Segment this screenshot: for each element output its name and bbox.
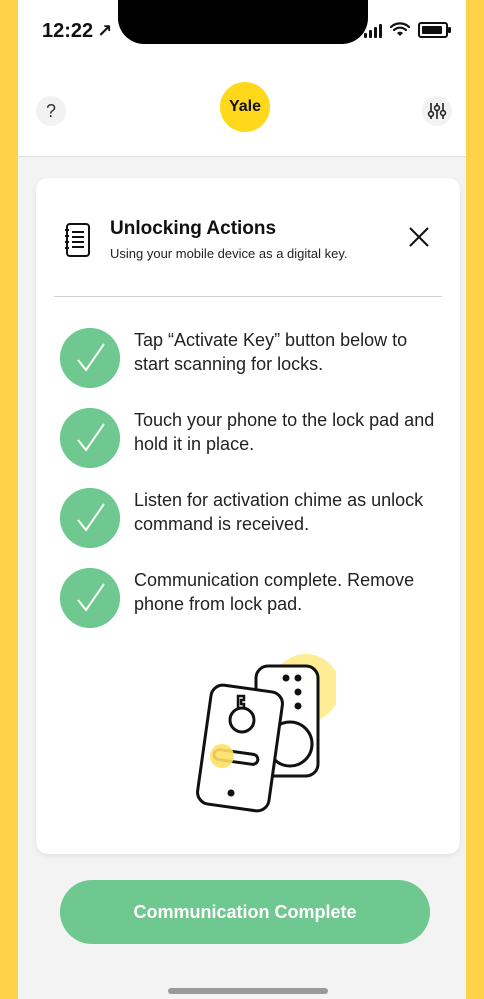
unlocking-actions-card: Unlocking Actions Using your mobile devi… bbox=[36, 178, 460, 854]
device-notch bbox=[118, 0, 368, 44]
checkmark-icon bbox=[60, 328, 120, 388]
step-item: Communication complete. Remove phone fro… bbox=[60, 568, 450, 648]
card-subtitle: Using your mobile device as a digital ke… bbox=[110, 246, 348, 261]
home-indicator bbox=[168, 988, 328, 994]
battery-icon bbox=[418, 22, 451, 38]
status-time-text: 12:22 bbox=[42, 20, 94, 42]
step-item: Tap “Activate Key” button below to start… bbox=[60, 328, 450, 408]
app-header: ? Yale bbox=[18, 64, 466, 157]
step-text: Listen for activation chime as unlock co… bbox=[134, 490, 424, 534]
card-title: Unlocking Actions bbox=[110, 218, 277, 239]
sliders-icon bbox=[427, 103, 447, 119]
checkmark-icon bbox=[60, 408, 120, 468]
close-icon[interactable] bbox=[406, 224, 432, 250]
status-icons bbox=[364, 22, 451, 38]
checkmark-icon bbox=[60, 568, 120, 628]
divider bbox=[54, 296, 442, 297]
step-item: Listen for activation chime as unlock co… bbox=[60, 488, 450, 568]
cellular-signal-icon bbox=[364, 22, 382, 38]
document-list-icon bbox=[65, 223, 90, 257]
location-arrow-icon: ↗ bbox=[97, 21, 113, 41]
step-text: Tap “Activate Key” button below to start… bbox=[134, 330, 408, 374]
logo-text: Yale bbox=[228, 98, 262, 115]
step-text: Touch your phone to the lock pad and hol… bbox=[134, 410, 435, 454]
status-time: 12:22 ↗ bbox=[42, 20, 112, 43]
question-icon: ? bbox=[45, 100, 56, 121]
phone-screen: 12:22 ↗ ? Yale Unlocking Actions Using y… bbox=[18, 0, 466, 999]
settings-button[interactable] bbox=[422, 96, 452, 126]
step-item: Touch your phone to the lock pad and hol… bbox=[60, 408, 450, 488]
wifi-icon bbox=[390, 22, 410, 36]
status-bar: 12:22 ↗ bbox=[18, 0, 466, 64]
steps-list: Tap “Activate Key” button below to start… bbox=[60, 328, 450, 648]
phone-key-lock-illustration bbox=[196, 654, 336, 813]
communication-complete-button[interactable]: Communication Complete bbox=[60, 880, 430, 944]
help-button[interactable]: ? bbox=[36, 96, 66, 126]
checkmark-icon bbox=[60, 488, 120, 548]
step-text: Communication complete. Remove phone fro… bbox=[134, 570, 415, 614]
yale-logo: Yale bbox=[220, 82, 270, 132]
